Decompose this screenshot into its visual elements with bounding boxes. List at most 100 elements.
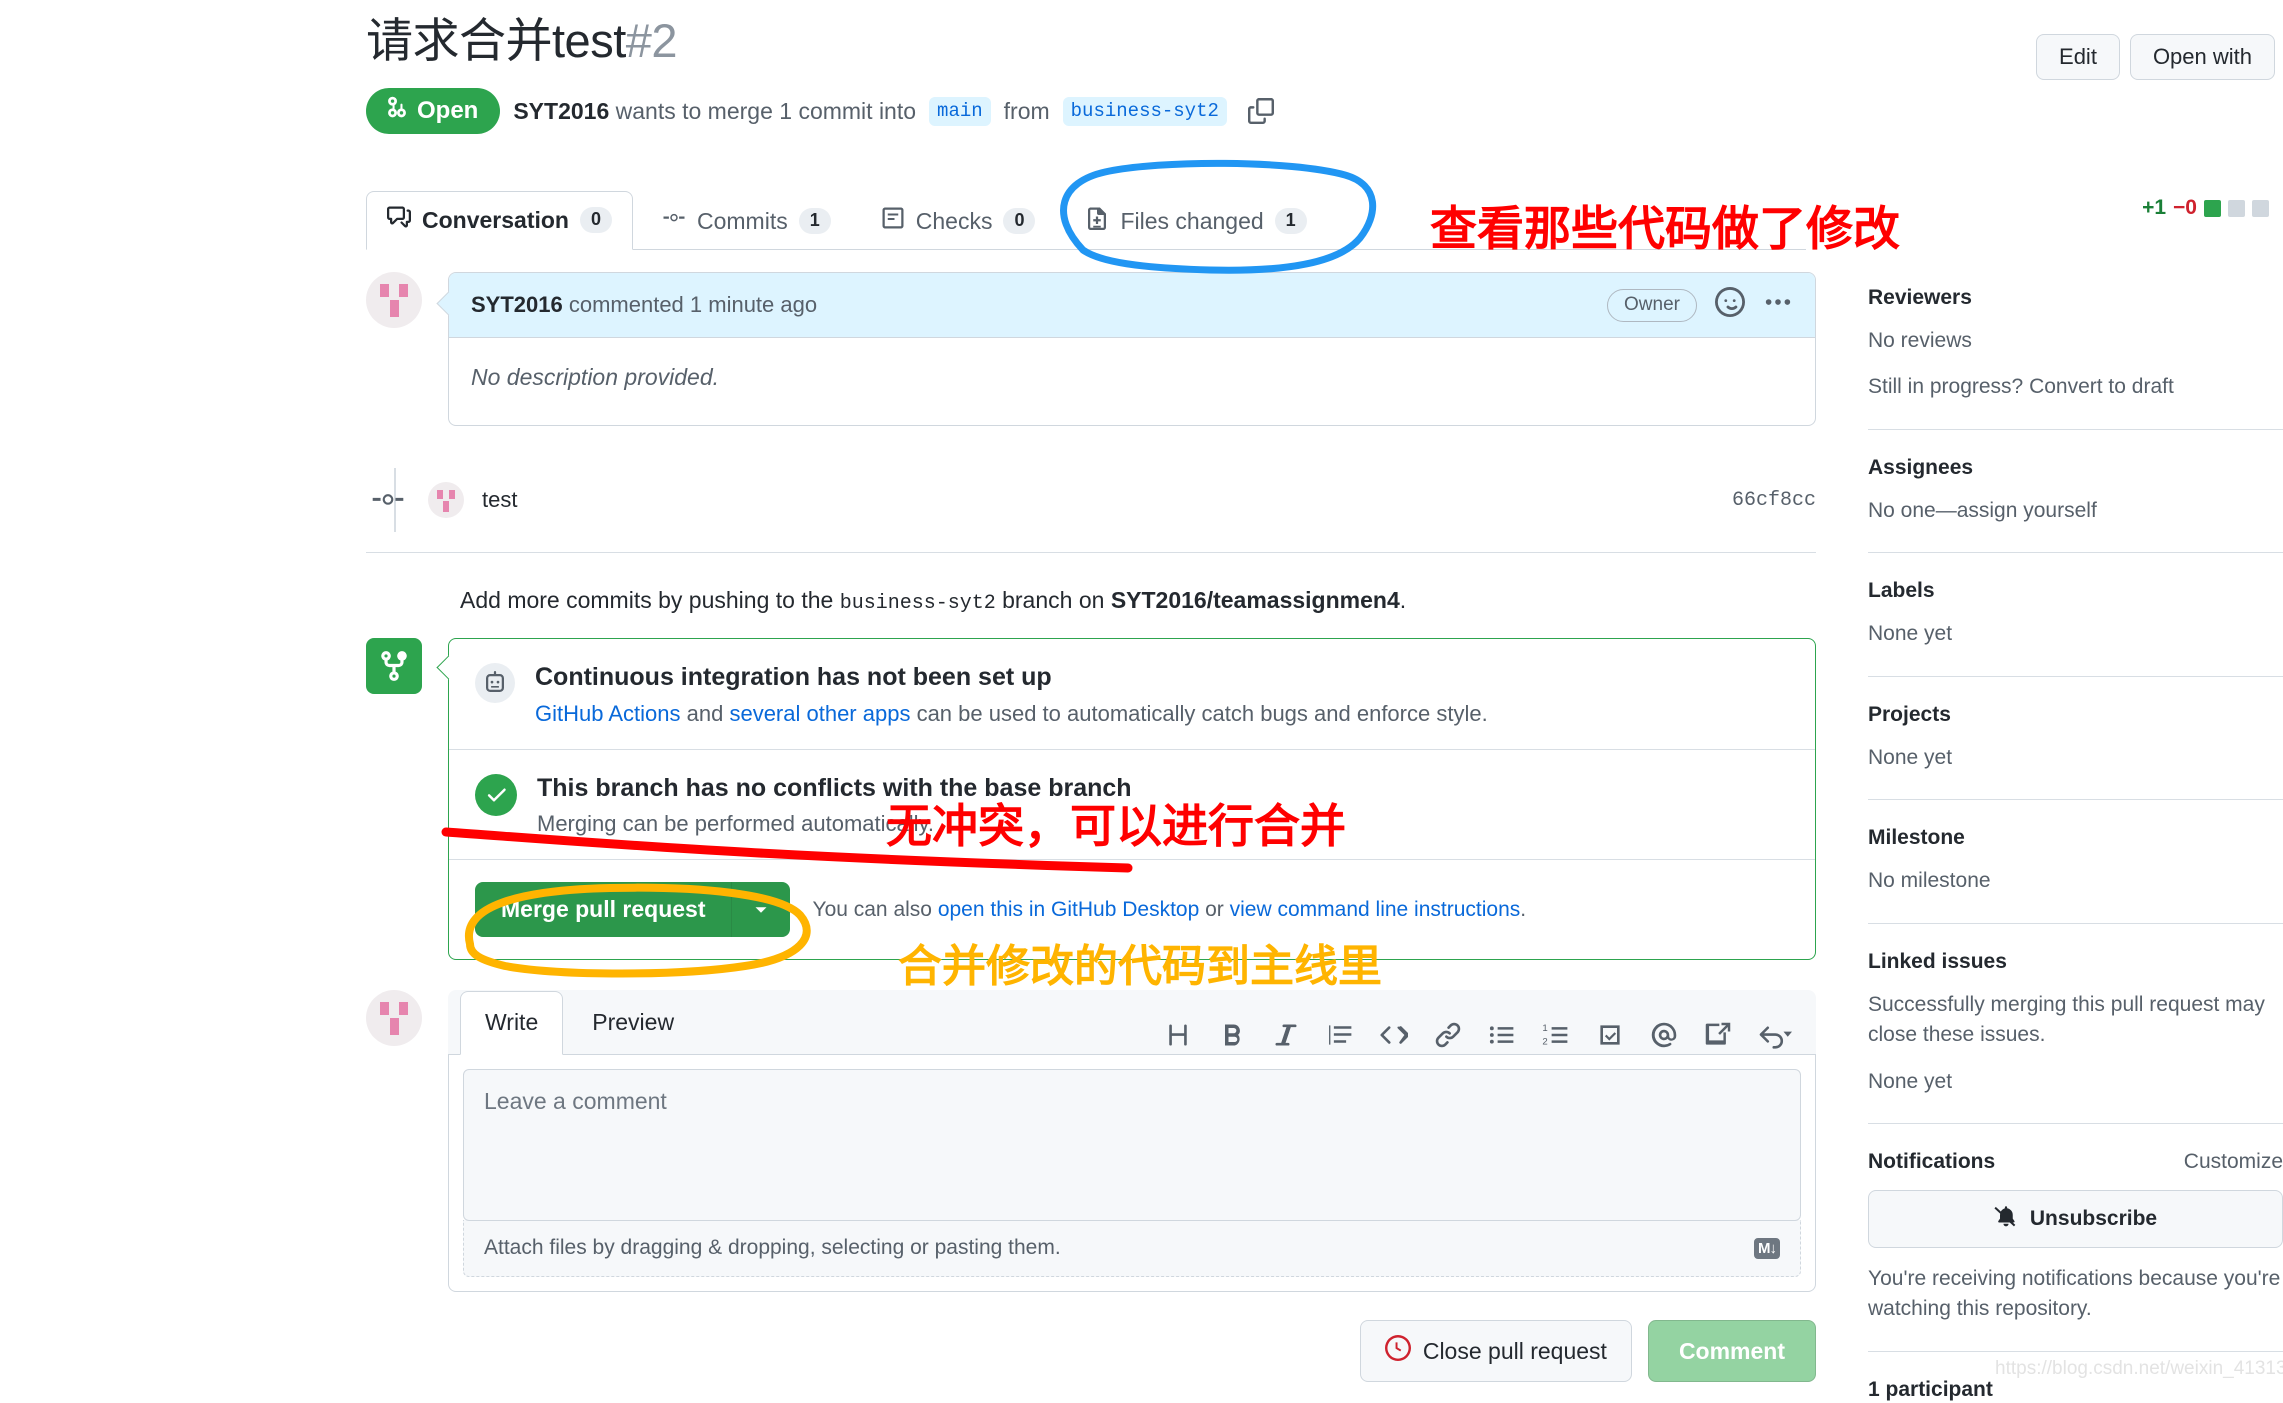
comment-icon — [387, 205, 411, 235]
open-in-desktop-link[interactable]: open this in GitHub Desktop — [938, 898, 1199, 921]
pr-sidebar: Reviewers No reviews Still in progress? … — [1868, 286, 2283, 1403]
merge-section: Continuous integration has not been set … — [366, 638, 1816, 960]
reference-icon[interactable] — [1704, 1021, 1732, 1054]
copy-icon[interactable] — [1247, 98, 1274, 125]
ci-title: Continuous integration has not been set … — [535, 663, 1052, 691]
merge-footer: Merge pull request You can also open thi… — [449, 859, 1815, 959]
markdown-toolbar-group-4 — [1650, 1021, 1792, 1054]
link-icon[interactable] — [1434, 1021, 1462, 1054]
assignees-value[interactable]: No one—assign yourself — [1868, 496, 2283, 526]
tab-conversation-count: 0 — [579, 207, 612, 233]
tab-checks[interactable]: Checks 0 — [860, 192, 1057, 250]
diffstat-deletions: −0 — [2173, 196, 2197, 219]
comment-input[interactable]: Leave a comment — [463, 1069, 1801, 1221]
unsubscribe-button[interactable]: Unsubscribe — [1868, 1189, 2283, 1248]
notifications-heading: Notifications Customize — [1868, 1150, 2283, 1174]
reply-icon[interactable] — [1758, 1021, 1792, 1054]
comment-form-body: Leave a comment Attach files by dragging… — [448, 1055, 1816, 1292]
ci-and: and — [680, 700, 730, 726]
labels-title: Labels — [1868, 579, 1935, 603]
commit-message[interactable]: test — [482, 487, 517, 513]
ci-rest: can be used to automatically catch bugs … — [910, 700, 1488, 726]
projects-title: Projects — [1868, 702, 1951, 726]
pr-title-text: 请求合并test — [366, 14, 626, 67]
comment-thread: SYT2016 commented 1 minute ago Owner No … — [366, 272, 1816, 426]
page-title: 请求合并test#2 — [366, 14, 2046, 68]
other-apps-link[interactable]: several other apps — [729, 701, 910, 726]
tab-conversation[interactable]: Conversation 0 — [366, 191, 633, 250]
checklist-icon — [881, 206, 905, 236]
convert-to-draft-text[interactable]: Still in progress? Convert to draft — [1868, 372, 2283, 402]
labels-value: None yet — [1868, 622, 1953, 646]
github-actions-link[interactable]: GitHub Actions — [535, 701, 681, 726]
chevron-down-icon[interactable] — [731, 882, 790, 937]
mention-icon[interactable] — [1650, 1021, 1678, 1054]
push-note-prefix: Add more commits by pushing to the — [460, 587, 840, 613]
comment-form: Write Preview 1 2 Leave a comment Attach… — [448, 990, 1816, 1382]
quote-icon[interactable] — [1326, 1021, 1354, 1054]
open-with-button[interactable]: Open with — [2129, 34, 2275, 80]
commit-author-avatar[interactable] — [428, 482, 464, 518]
push-note-middle: branch on — [995, 587, 1111, 613]
edit-button[interactable]: Edit — [2036, 34, 2120, 80]
tab-files-changed-label: Files changed — [1120, 207, 1264, 234]
from-label: from — [1003, 97, 1050, 124]
sidebar-section-linked-issues: Linked issues Successfully merging this … — [1868, 922, 2283, 1123]
linked-issues-desc: Successfully merging this pull request m… — [1868, 992, 2265, 1047]
tab-preview[interactable]: Preview — [567, 991, 699, 1055]
tab-commits[interactable]: Commits 1 — [641, 192, 852, 250]
bulleted-list-icon[interactable] — [1488, 1021, 1516, 1054]
commit-icon — [662, 206, 686, 236]
diffstat-block-neutral-1 — [2228, 199, 2245, 217]
notifications-title: Notifications — [1868, 1149, 1996, 1173]
task-list-icon[interactable] — [1596, 1021, 1624, 1054]
comment-form-actions: Close pull request Comment — [448, 1320, 1816, 1382]
comment-card: SYT2016 commented 1 minute ago Owner No … — [448, 272, 1816, 426]
reviewers-heading[interactable]: Reviewers — [1868, 286, 2283, 310]
italic-icon[interactable] — [1272, 1021, 1300, 1054]
bold-icon[interactable] — [1218, 1021, 1246, 1054]
command-line-link[interactable]: view command line instructions — [1230, 898, 1521, 921]
numbered-list-icon[interactable]: 12 — [1542, 1021, 1570, 1054]
linked-issues-heading[interactable]: Linked issues — [1868, 950, 2283, 974]
markdown-toolbar-group-1 — [1164, 1021, 1300, 1054]
customize-notifications-link[interactable]: Customize — [2184, 1150, 2283, 1174]
merge-pull-request-button[interactable]: Merge pull request — [475, 882, 791, 937]
conflict-section: This branch has no conflicts with the ba… — [449, 748, 1815, 860]
assignees-heading[interactable]: Assignees — [1868, 456, 2283, 480]
bell-slash-icon — [1994, 1204, 2018, 1234]
merge-summary: SYT2016 wants to merge 1 commit into — [513, 98, 916, 125]
head-branch-chip[interactable]: business-syt2 — [1062, 96, 1227, 126]
close-pull-request-button[interactable]: Close pull request — [1359, 1320, 1632, 1382]
current-user-avatar[interactable] — [366, 990, 422, 1046]
merge-branch-icon — [366, 638, 422, 694]
ci-section: Continuous integration has not been set … — [449, 639, 1815, 749]
comment-form-section: Write Preview 1 2 Leave a comment Attach… — [366, 990, 1816, 1382]
heading-icon[interactable] — [1164, 1021, 1192, 1054]
pr-subline: Open SYT2016 wants to merge 1 commit int… — [366, 88, 2046, 135]
commit-sha[interactable]: 66cf8cc — [1732, 489, 1816, 512]
labels-heading[interactable]: Labels — [1868, 579, 2283, 603]
tab-write[interactable]: Write — [460, 991, 564, 1055]
comment-author[interactable]: SYT2016 — [471, 292, 563, 317]
base-branch-chip[interactable]: main — [929, 96, 991, 126]
emoji-reaction-icon[interactable] — [1715, 287, 1745, 323]
tab-files-changed[interactable]: Files changed 1 — [1064, 192, 1327, 250]
comment-header: SYT2016 commented 1 minute ago Owner — [449, 273, 1815, 338]
merge-hint-mid: or — [1199, 897, 1230, 921]
markdown-icon[interactable]: M↓ — [1754, 1237, 1780, 1259]
attach-files-hint[interactable]: Attach files by dragging & dropping, sel… — [463, 1220, 1801, 1277]
code-icon[interactable] — [1380, 1021, 1410, 1054]
projects-value: None yet — [1868, 745, 1953, 769]
comment-body: No description provided. — [471, 364, 720, 390]
kebab-menu-icon[interactable] — [1763, 287, 1793, 323]
pr-header: 请求合并test#2 Open SYT2016 wants to merge 1… — [366, 14, 2046, 135]
tab-checks-label: Checks — [915, 207, 993, 234]
file-diff-icon — [1085, 206, 1109, 236]
projects-heading[interactable]: Projects — [1868, 703, 2283, 727]
pull-request-page: 请求合并test#2 Open SYT2016 wants to merge 1… — [0, 0, 2283, 1403]
milestone-heading[interactable]: Milestone — [1868, 826, 2283, 850]
comment-button[interactable]: Comment — [1647, 1320, 1816, 1382]
avatar[interactable] — [366, 272, 422, 328]
diffstat-additions: +1 — [2142, 196, 2167, 219]
